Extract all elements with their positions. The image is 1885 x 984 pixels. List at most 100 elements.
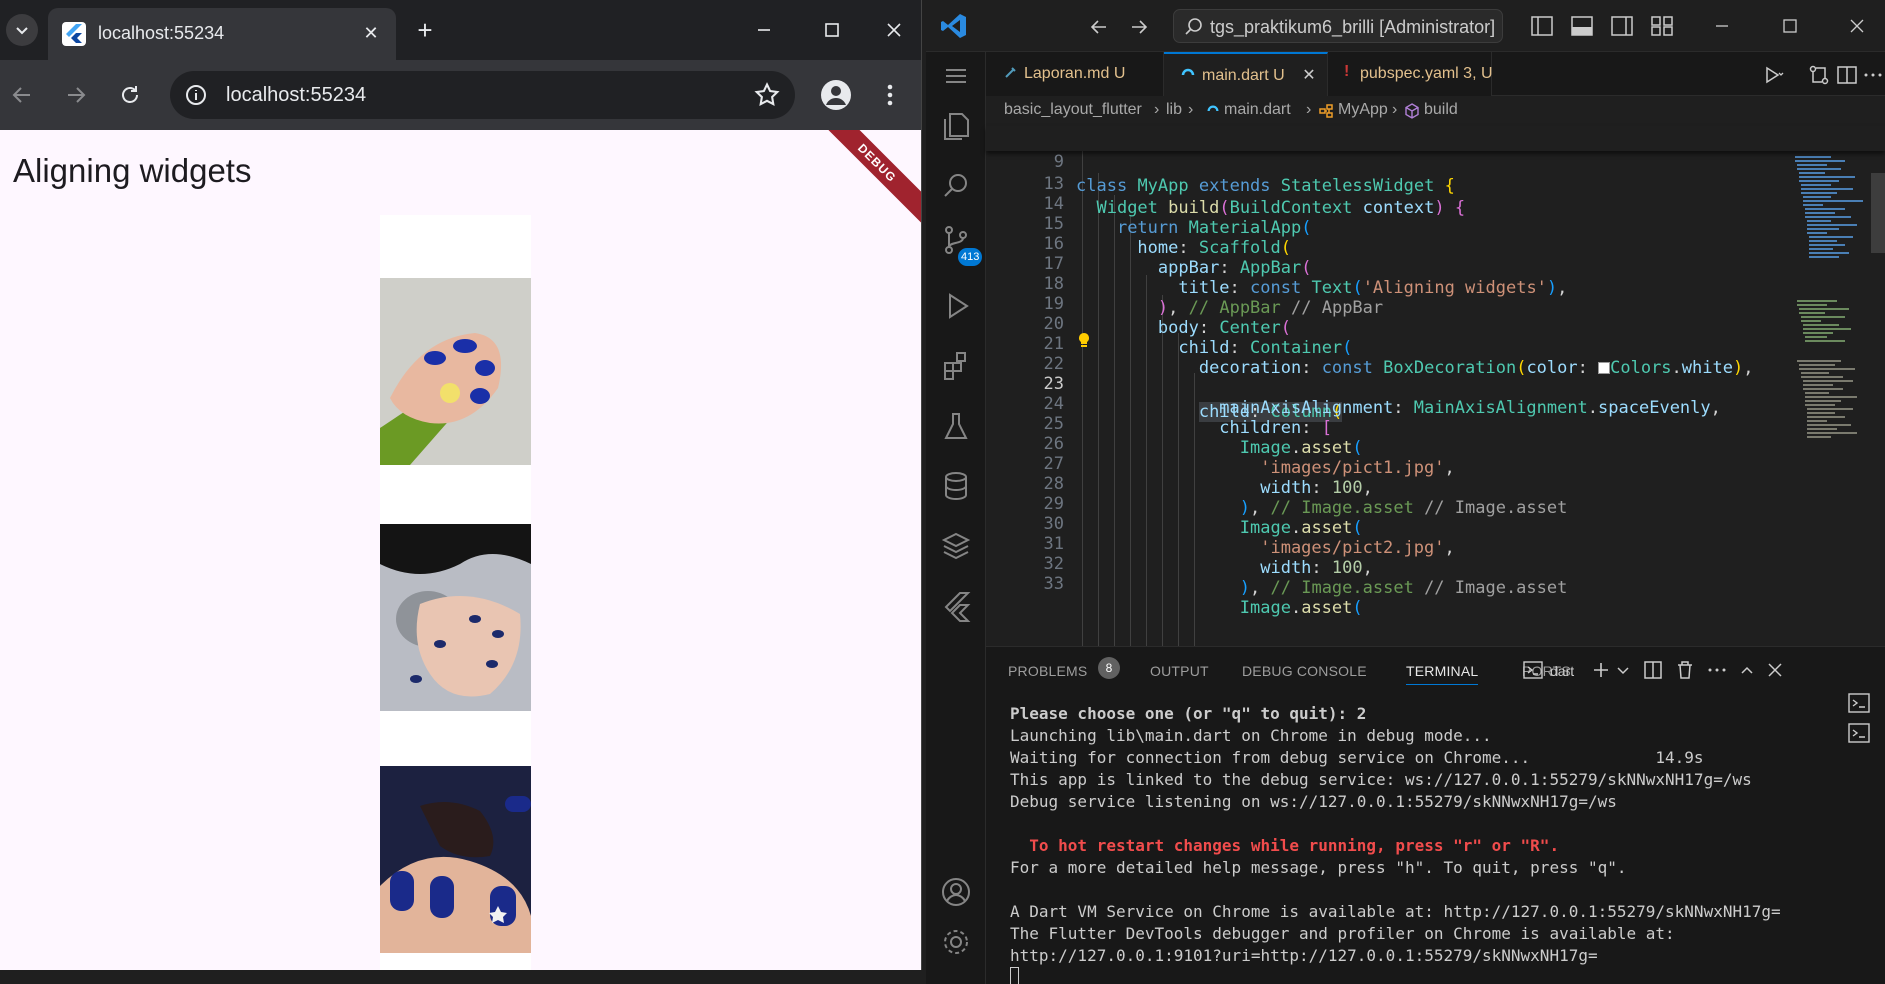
vscode-maximize-button[interactable] — [1762, 6, 1818, 46]
split-terminal-icon[interactable] — [1642, 659, 1664, 681]
new-terminal-plus-icon[interactable] — [1590, 659, 1612, 681]
more-actions-icon[interactable] — [1706, 659, 1728, 681]
terminal-line: This app is linked to the debug service:… — [1010, 770, 1752, 789]
breadcrumb-item[interactable]: basic_layout_flutter — [1004, 101, 1142, 119]
info-icon[interactable] — [184, 83, 208, 107]
chevron-up-icon[interactable] — [1736, 659, 1758, 681]
url-text[interactable]: localhost:55234 — [226, 84, 366, 107]
nail-photo-3 — [380, 766, 531, 953]
explorer-icon[interactable] — [938, 108, 974, 144]
bookmark-star-icon[interactable] — [753, 81, 781, 109]
tab-terminal[interactable]: TERMINAL — [1406, 663, 1479, 685]
workspace-name: tgs_praktikum6_brilli [Administrator] — [1210, 17, 1496, 37]
scm-badge: 413 — [958, 248, 983, 266]
back-arrow-button[interactable] — [1086, 14, 1112, 40]
line-number: 33 — [1043, 574, 1064, 594]
tab-search-button[interactable] — [6, 14, 38, 46]
breadcrumb-item[interactable]: lib — [1166, 101, 1182, 119]
trash-icon[interactable] — [1674, 659, 1696, 681]
close-panel-icon[interactable] — [1764, 659, 1786, 681]
breadcrumb-item[interactable]: build — [1424, 101, 1458, 119]
breadcrumb-item[interactable]: MyApp — [1338, 101, 1388, 119]
terminal-instance-icon[interactable] — [1847, 691, 1871, 715]
activity-bar: 413 — [926, 52, 986, 984]
vscode-window: tgs_praktikum6_brilli [Administrator] 41… — [926, 0, 1885, 984]
sticky-scroll-line[interactable]: 9 class MyApp extends StatelessWidget { — [986, 126, 1885, 196]
extensions-icon[interactable] — [938, 348, 974, 384]
debug-banner: DEBUG — [809, 130, 921, 231]
tab-label: Laporan.md U — [1024, 65, 1126, 82]
chevron-down-icon — [16, 27, 28, 35]
compare-changes-icon[interactable] — [1808, 64, 1830, 86]
tab-problems[interactable]: PROBLEMS — [1008, 663, 1087, 679]
profile-avatar-icon[interactable] — [818, 77, 854, 113]
close-tab-icon[interactable]: ✕ — [1299, 65, 1319, 85]
run-debug-dropdown-icon[interactable] — [1762, 64, 1784, 86]
code-editor[interactable]: 13 Widget build(BuildContext context) { … — [986, 151, 1885, 646]
more-actions-icon[interactable] — [1862, 64, 1884, 86]
new-tab-button[interactable]: + — [410, 15, 440, 45]
app-bar-title: Aligning widgets — [13, 152, 252, 189]
testing-flask-icon[interactable] — [938, 408, 974, 444]
vscode-logo-icon — [941, 14, 966, 38]
tab-main-dart[interactable]: main.dart U ✕ — [1164, 52, 1328, 96]
chevron-down-icon[interactable] — [1612, 659, 1634, 681]
minimize-button[interactable] — [736, 10, 792, 50]
minimap[interactable] — [1791, 151, 1871, 646]
toggle-sidebar-icon[interactable] — [1530, 14, 1554, 38]
nail-photo-1 — [380, 278, 531, 465]
breadcrumb-item[interactable]: main.dart — [1224, 101, 1291, 119]
class-icon — [1319, 104, 1333, 118]
terminal-line: A Dart VM Service on Chrome is available… — [1010, 902, 1781, 921]
tab-pubspec-yaml[interactable]: ! pubspec.yaml 3, U — [1328, 52, 1493, 96]
terminal-profile-label[interactable]: dart — [1550, 663, 1574, 679]
search-icon — [1185, 18, 1202, 35]
account-icon[interactable] — [938, 874, 974, 910]
terminal-instance-icon[interactable] — [1847, 721, 1871, 745]
layers-icon[interactable] — [938, 528, 974, 564]
tab-title: localhost:55234 — [98, 23, 225, 43]
reload-button[interactable] — [112, 77, 148, 113]
dart-file-icon — [1181, 68, 1195, 76]
toggle-secondary-sidebar-icon[interactable] — [1610, 14, 1634, 38]
editor-scrollbar[interactable] — [1871, 173, 1885, 253]
vscode-title-bar: tgs_praktikum6_brilli [Administrator] — [926, 0, 1885, 52]
tab-output[interactable]: OUTPUT — [1150, 663, 1209, 679]
search-icon[interactable] — [938, 168, 974, 204]
split-editor-icon[interactable] — [1836, 64, 1858, 86]
lightbulb-icon[interactable] — [1076, 332, 1092, 348]
browser-tab[interactable]: localhost:55234 ✕ — [48, 8, 396, 60]
close-tab-icon[interactable]: ✕ — [358, 20, 384, 46]
tab-debug-console[interactable]: DEBUG CONSOLE — [1242, 663, 1367, 679]
method-icon — [1405, 103, 1419, 119]
code-text: class MyApp extends StatelessWidget { — [1076, 176, 1455, 196]
tab-label: main.dart U — [1202, 67, 1285, 84]
forward-arrow-button[interactable] — [1126, 14, 1152, 40]
chrome-window: localhost:55234 ✕ + localhost:55234 Alig… — [0, 0, 922, 970]
terminal-line: Please choose one (or "q" to quit): 2 — [1010, 704, 1367, 723]
toggle-panel-icon[interactable] — [1570, 14, 1594, 38]
flutter-outline-icon[interactable] — [938, 588, 974, 624]
run-debug-icon[interactable] — [938, 288, 974, 324]
terminal-output[interactable]: Please choose one (or "q" to quit): 2 La… — [1010, 703, 1830, 984]
address-bar[interactable]: localhost:55234 — [170, 71, 795, 119]
terminal-line: Launching lib\main.dart on Chrome in deb… — [1010, 726, 1492, 745]
back-button[interactable] — [4, 77, 40, 113]
source-control-button[interactable]: 413 — [926, 222, 986, 272]
vscode-close-button[interactable] — [1829, 6, 1885, 46]
database-icon[interactable] — [938, 468, 974, 504]
dart-file-icon — [1207, 105, 1219, 112]
tab-laporan-md[interactable]: Laporan.md U — [986, 52, 1164, 96]
menu-icon[interactable] — [938, 58, 974, 94]
maximize-button[interactable] — [804, 10, 860, 50]
vscode-minimize-button[interactable] — [1694, 6, 1750, 46]
terminal-icon — [1523, 661, 1543, 679]
browser-menu-icon[interactable] — [872, 77, 908, 113]
terminal-cursor — [1010, 967, 1019, 984]
web-page-viewport: Aligning widgets DEBUG — [0, 130, 921, 970]
command-center-search[interactable]: tgs_praktikum6_brilli [Administrator] — [1173, 9, 1503, 43]
settings-gear-icon[interactable] — [938, 924, 974, 960]
close-window-button[interactable] — [866, 10, 921, 50]
forward-button[interactable] — [58, 77, 94, 113]
customize-layout-icon[interactable] — [1650, 14, 1674, 38]
